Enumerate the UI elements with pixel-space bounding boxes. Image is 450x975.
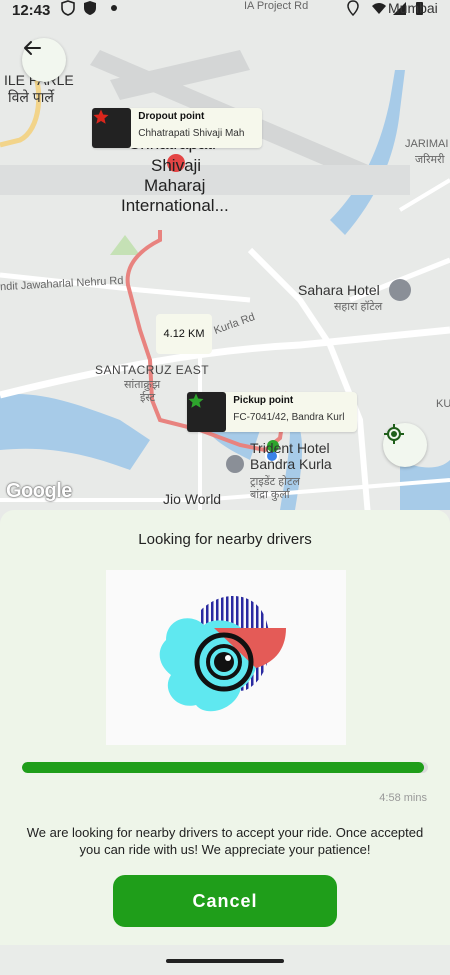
dropout-marker-icon-box [92, 108, 132, 148]
status-time: 12:43 [12, 2, 51, 19]
pickup-marker[interactable]: Pickup point FC-7041/42, Bandra Kurl [187, 392, 357, 432]
search-progress-fill [22, 762, 424, 773]
map-label-trident: Trident Hotel [250, 440, 330, 456]
dropout-marker[interactable]: Dropout point Chhatrapati Shivaji Mah [92, 108, 262, 148]
map-label-vile-parle-hi: विले पार्ले [8, 89, 54, 105]
system-nav-bar [0, 945, 450, 975]
searching-illustration [106, 570, 346, 745]
sheet-title: Looking for nearby drivers [138, 531, 312, 548]
map-label-santacruz-hi2: ईस्ट [140, 392, 156, 404]
bottom-sheet: Looking for nearby drivers 4:58 mins We … [0, 510, 450, 975]
time-remaining: 4:58 mins [379, 792, 427, 804]
map-label-airport-3: Maharaj [144, 176, 206, 195]
map-label-jio-world: Jio World [163, 491, 222, 507]
my-location-button[interactable] [383, 423, 427, 467]
cancel-button[interactable]: Cancel [113, 875, 337, 927]
shield-icon [61, 0, 75, 16]
map-label-ia-project: IA Project Rd [244, 0, 309, 12]
radar-illustration-icon [159, 596, 286, 712]
search-progress-bar [22, 762, 428, 773]
map-label-bandra-kurla: Bandra Kurla [250, 456, 332, 472]
status-bar: 12:43 [0, 0, 450, 22]
search-description: We are looking for nearby drivers to acc… [26, 825, 424, 857]
star-icon [93, 109, 109, 124]
map-label-airport-2: Shivaji [151, 156, 202, 175]
google-attribution: Google [6, 480, 72, 502]
map-label-sahara: Sahara Hotel [298, 282, 380, 298]
pickup-title: Pickup point [233, 395, 294, 406]
map-label-santacruz: SANTACRUZ EAST [95, 363, 210, 377]
map-label-bandra-kurla-hi: बांद्रा कुर्ला [250, 489, 290, 501]
dropout-address: Chhatrapati Shivaji Mah [138, 128, 245, 139]
shield-check-icon [84, 1, 96, 15]
location-status-icon [347, 0, 359, 16]
dot-icon [111, 5, 117, 11]
arrow-left-icon [24, 41, 41, 55]
wifi-icon [372, 3, 386, 14]
crosshair-icon [384, 424, 404, 444]
dropout-title: Dropout point [138, 111, 205, 122]
map-label-mumbai: Mumbai [388, 0, 438, 16]
map-label-jarimari-hi: जरिमरी [415, 154, 445, 166]
star-icon [188, 393, 204, 408]
back-button[interactable] [22, 38, 66, 82]
map-label-sahara-hi: सहारा हॉटेल [334, 301, 383, 313]
map-label-ku: KU [436, 398, 450, 410]
map-view[interactable]: 12:43 ILE PARLE विले पार्ले IA Project R… [0, 0, 450, 540]
home-gesture-handle[interactable] [166, 959, 284, 963]
distance-badge: 4.12 KM [156, 314, 212, 354]
pickup-address: FC-7041/42, Bandra Kurl [233, 412, 345, 423]
pickup-marker-icon-box [187, 392, 227, 432]
map-label-airport-4: International... [121, 196, 229, 215]
map-label-jarimari: JARIMAI [405, 138, 449, 150]
